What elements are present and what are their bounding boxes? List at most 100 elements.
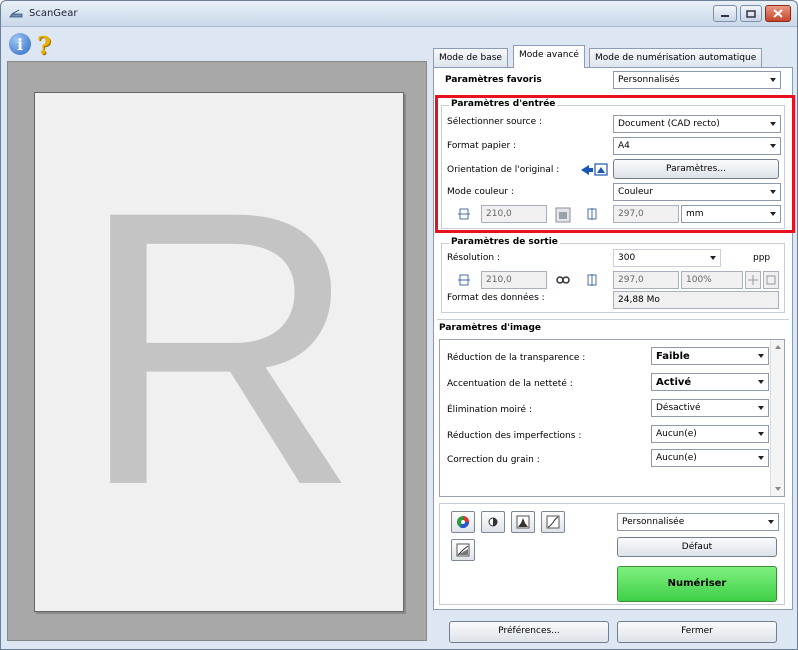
height-icon [587,208,597,220]
imperfections-dropdown[interactable]: Aucun(e) [651,425,769,443]
color-preset-dropdown[interactable]: Personnalisée [617,513,779,531]
scroll-down-icon[interactable] [774,486,782,492]
grain-label: Correction du grain : [447,455,540,465]
scale-value: 100% [686,275,712,285]
maximize-button[interactable] [740,5,762,22]
scan-button[interactable]: Numériser [617,566,777,602]
close-button[interactable]: Fermer [617,621,777,643]
threshold-button[interactable] [451,539,475,561]
minimize-icon [721,14,729,17]
input-width-field[interactable]: 210,0 [481,205,547,223]
scanner-app-icon [9,9,23,18]
source-label: Sélectionner source : [447,117,543,127]
paper-size-value: A4 [618,141,630,151]
help-icon[interactable]: ? [37,31,57,60]
tab-basic-mode[interactable]: Mode de base [433,48,508,67]
moire-dropdown[interactable]: Désactivé [651,399,769,417]
section-divider [437,319,789,320]
preview-page[interactable]: R [34,92,404,612]
image-settings-title: Paramètres d'image [439,323,542,333]
color-balance-button[interactable] [451,511,475,533]
tab-advanced-mode[interactable]: Mode avancé [513,45,585,68]
imperfections-value: Aucun(e) [656,429,697,439]
data-size-value: 24,88 Mo [618,295,660,305]
unit-dropdown[interactable]: mm [681,205,781,223]
moire-value: Désactivé [656,403,701,413]
color-mode-label: Mode couleur : [447,187,514,197]
orientation-settings-button[interactable]: Paramètres... [613,159,779,179]
output-settings-title: Paramètres de sortie [449,237,560,247]
color-mode-dropdown[interactable]: Couleur [613,183,781,201]
default-button[interactable]: Défaut [617,537,777,557]
tone-curve-button[interactable] [541,511,565,533]
width-icon [458,274,470,286]
resolution-dropdown[interactable]: 300 [613,249,721,267]
chevron-down-icon [758,354,764,358]
grain-dropdown[interactable]: Aucun(e) [651,449,769,467]
scale-reset-icon[interactable] [763,271,779,289]
chevron-down-icon [770,190,776,194]
input-height-field[interactable]: 297,0 [613,205,679,223]
scale-spin-icon[interactable] [745,271,761,289]
scan-button-label: Numériser [667,578,727,589]
info-icon[interactable]: i [9,33,31,55]
resolution-value: 300 [618,253,636,263]
close-window-button[interactable] [765,5,791,22]
scale-field[interactable]: 100% [681,271,743,289]
tab-label: Mode de base [439,53,502,63]
input-settings-title: Paramètres d'entrée [449,99,558,109]
paper-size-dropdown[interactable]: A4 [613,137,781,155]
chevron-down-icon [758,432,764,436]
sharpness-label: Accentuation de la netteté : [447,379,573,389]
data-size-label: Format des données : [447,293,545,303]
aspect-lock-icon[interactable] [555,207,571,223]
favorites-label: Paramètres favoris [445,75,542,85]
chevron-down-icon [758,406,764,410]
input-width-value: 210,0 [486,209,512,219]
threshold-icon [456,543,470,557]
brightness-contrast-button[interactable] [481,511,505,533]
histogram-icon [516,515,530,529]
resolution-unit: ppp [753,253,771,263]
maximize-icon [746,9,756,18]
output-height-value: 297,0 [618,275,644,285]
output-width-field[interactable]: 210,0 [481,271,547,289]
chevron-down-icon [758,380,764,384]
tab-label: Mode avancé [519,50,579,60]
unit-value: mm [686,209,704,219]
favorites-dropdown[interactable]: Personnalisés [613,71,781,89]
chevron-down-icon [770,212,776,216]
tab-label: Mode de numérisation automatique [595,53,757,63]
output-width-value: 210,0 [486,275,512,285]
preview-area[interactable]: R [7,61,427,641]
data-size-field: 24,88 Mo [613,291,779,309]
source-dropdown[interactable]: Document (CAD recto) [613,115,781,133]
chain-link-icon [556,276,570,284]
color-wheel-icon [457,516,469,529]
preferences-button[interactable]: Préférences... [449,621,609,643]
sharpness-dropdown[interactable]: Activé [651,373,769,391]
chevron-down-icon [770,78,776,82]
window-title: ScanGear [29,8,78,19]
preview-image: R [78,130,360,566]
paper-size-label: Format papier : [447,141,517,151]
source-value: Document (CAD recto) [618,119,720,129]
transparency-value: Faible [656,351,690,362]
imperfections-label: Réduction des imperfections : [447,431,582,441]
moire-label: Élimination moiré : [447,405,532,415]
width-icon [458,208,470,220]
scroll-up-icon[interactable] [774,344,782,350]
chevron-down-icon [768,520,774,524]
tab-auto-scan-mode[interactable]: Mode de numérisation automatique [589,48,763,67]
chevron-down-icon [770,144,776,148]
minimize-button[interactable] [713,5,737,22]
histogram-button[interactable] [511,511,535,533]
transparency-dropdown[interactable]: Faible [651,347,769,365]
vertical-scrollbar[interactable] [770,340,784,496]
favorites-value: Personnalisés [618,75,680,85]
input-height-value: 297,0 [618,209,644,219]
title-bar: ScanGear [1,1,797,27]
contrast-icon [488,517,498,527]
sharpness-value: Activé [656,377,692,388]
output-height-field[interactable]: 297,0 [613,271,679,289]
